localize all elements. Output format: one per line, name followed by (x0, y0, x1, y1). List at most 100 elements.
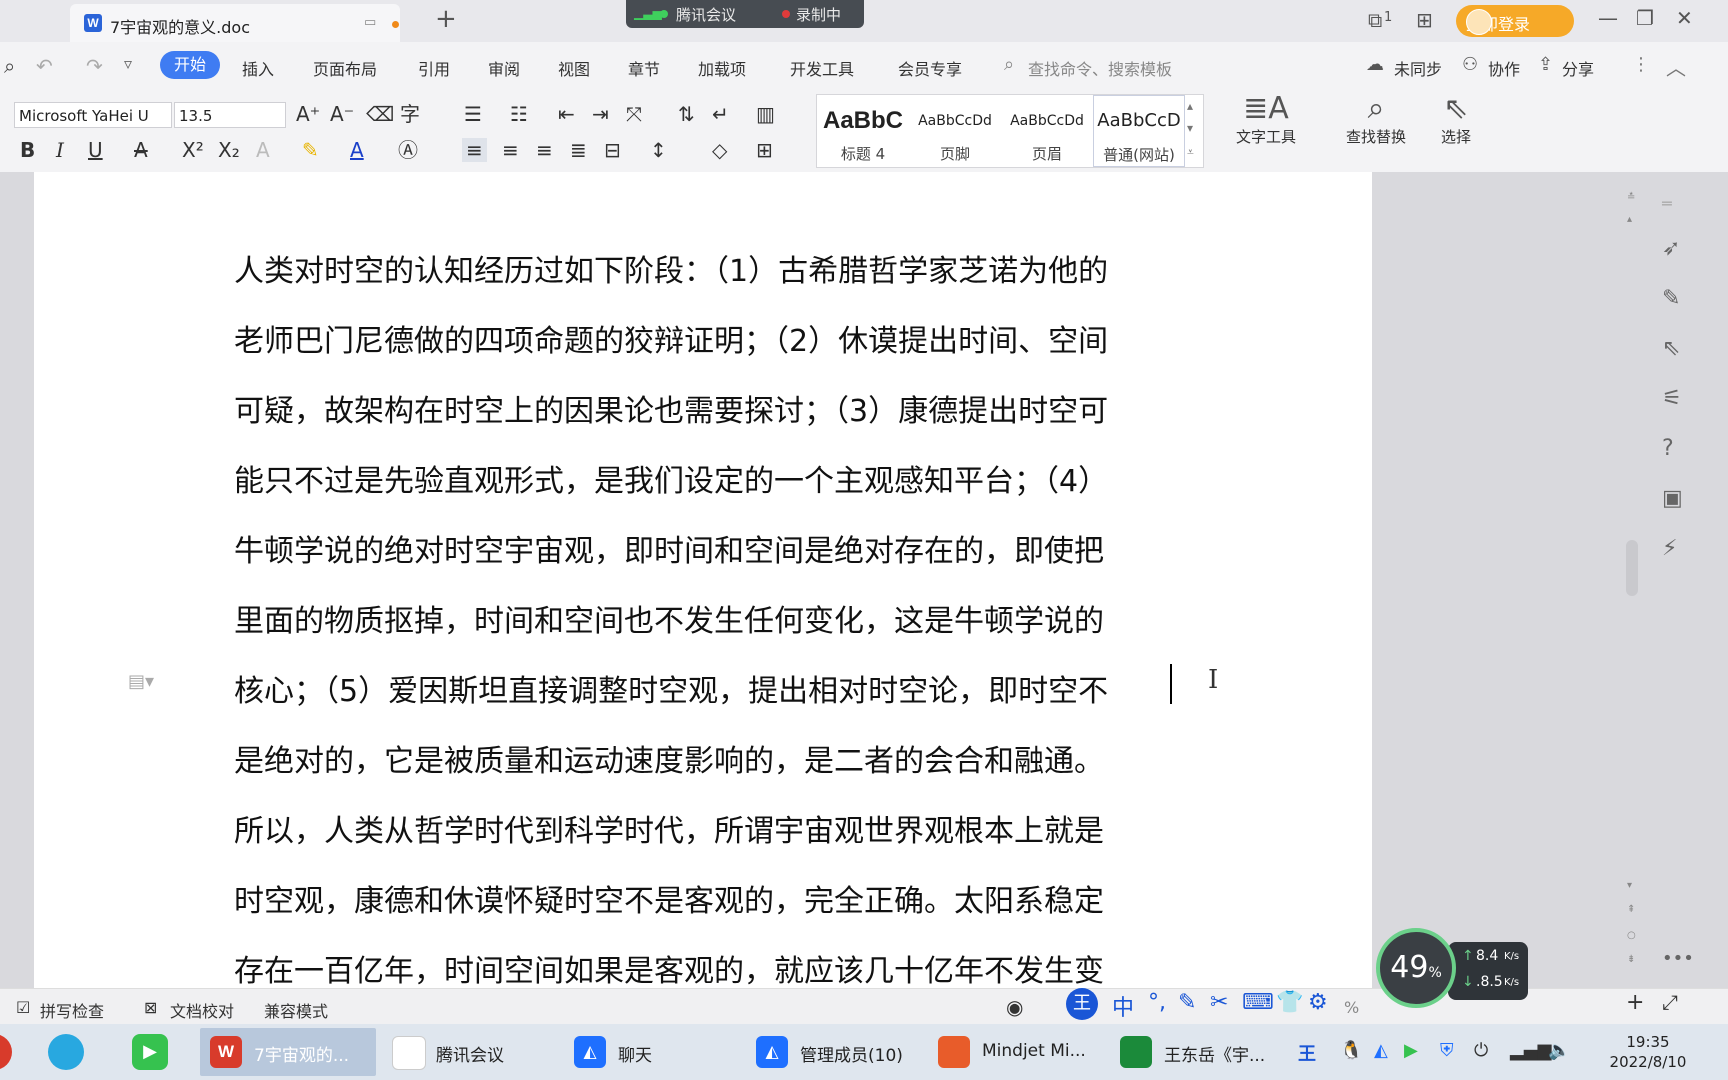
shading-icon[interactable]: ◇ (712, 138, 727, 162)
font-size-select[interactable]: 13.5 (174, 102, 286, 128)
pointer-icon[interactable]: ⇖ (1662, 336, 1680, 361)
more-icon[interactable]: ⋮ (1632, 54, 1650, 75)
more-chevron-icon[interactable]: ▿ (124, 54, 132, 73)
taskbar-item-chat[interactable]: ◭ 聊天 (564, 1028, 740, 1076)
meeting-tray-icon[interactable]: ◭ (1374, 1040, 1388, 1061)
gallery-expand-icon[interactable]: ⩡ (1187, 145, 1194, 160)
command-search-input[interactable]: 查找命令、搜索模板 (1028, 56, 1172, 80)
login-button[interactable]: 立即登录 (1456, 5, 1574, 37)
restore-icon[interactable]: ❐ (1636, 6, 1654, 30)
prev-page-icon[interactable]: ⇞ (1627, 904, 1635, 915)
style-header[interactable]: AaBbCcDd 页眉 (1001, 95, 1093, 167)
char-border-icon[interactable]: Ⓐ (398, 138, 418, 162)
decrease-indent-icon[interactable]: ⇤ (558, 102, 575, 126)
wang-ime-tray-icon[interactable]: 王 (1298, 1040, 1316, 1066)
borders-icon[interactable]: ⊞ (756, 138, 773, 162)
highlight-icon[interactable]: ✎ (302, 138, 319, 162)
numbered-list-icon[interactable]: ☷ (510, 102, 528, 126)
gallery-up-icon[interactable]: ▴ (1187, 99, 1193, 113)
superscript-icon[interactable]: X² (182, 138, 204, 162)
subscript-icon[interactable]: X₂ (218, 138, 240, 162)
menu-tab-addins[interactable]: 加载项 (698, 56, 746, 80)
image-edit-icon[interactable]: ▣ (1662, 486, 1683, 511)
page-layout-icon[interactable]: ⧉ (1368, 8, 1382, 32)
signal-bars-icon[interactable]: ▂▄▆ (1510, 1040, 1552, 1061)
share-button[interactable]: 分享 (1562, 56, 1594, 80)
taskbar-item-mindjet[interactable]: Mindjet Mi... (928, 1028, 1104, 1076)
scissors-icon[interactable]: ✂ (1210, 990, 1228, 1015)
align-right-icon[interactable]: ≡ (536, 138, 553, 162)
scroll-down-icon[interactable]: ▾ (1627, 880, 1632, 891)
new-tab-button[interactable]: + (435, 4, 457, 34)
find-replace-button[interactable]: ⌕ 查找替换 (1334, 92, 1418, 147)
menu-tab-page-layout[interactable]: 页面布局 (313, 56, 377, 80)
table-border-icon[interactable]: ▥ (756, 102, 775, 126)
monitor-icon[interactable]: ▭ (364, 15, 376, 30)
align-left-icon[interactable]: ≡ (462, 138, 487, 162)
text-tools-button[interactable]: ≣A 文字工具 (1224, 92, 1308, 147)
align-center-icon[interactable]: ≡ (502, 138, 519, 162)
plugin-icon[interactable]: ⚡ (1662, 536, 1677, 561)
menu-tab-home[interactable]: 开始 (160, 51, 220, 79)
distributed-icon[interactable]: ⊟ (604, 138, 621, 162)
font-color-icon[interactable]: A (350, 138, 364, 162)
wang-ime-logo-icon[interactable]: 王 (1066, 988, 1098, 1020)
chinese-layout-icon[interactable]: ⤧ (626, 102, 642, 126)
increase-font-icon[interactable]: A⁺ (296, 102, 320, 126)
strikethrough-icon[interactable]: A (134, 138, 148, 162)
qq-tray-icon[interactable]: 🐧 (1340, 1040, 1362, 1061)
search-icon[interactable]: ⌕ (1004, 54, 1014, 75)
style-heading4[interactable]: AaBbC 标题 4 (817, 95, 909, 167)
line-spacing-icon[interactable]: ↕ (650, 138, 667, 162)
eye-protect-icon[interactable]: ◉ (1006, 995, 1023, 1019)
minimize-icon[interactable]: — (1598, 6, 1618, 30)
zoom-in-icon[interactable]: + (1626, 990, 1644, 1015)
redo-icon[interactable]: ↷ (86, 54, 103, 78)
doc-proof-button[interactable]: 文档校对 (170, 998, 234, 1022)
handwrite-icon[interactable]: ✎ (1178, 990, 1196, 1015)
grid-apps-icon[interactable]: ⊞ (1416, 8, 1433, 32)
menu-tab-references[interactable]: 引用 (418, 56, 450, 80)
bold-icon[interactable]: B (20, 138, 35, 162)
panel-handle-icon[interactable]: ═ (1662, 194, 1672, 213)
document-tab[interactable]: W 7宇宙观的意义.doc ▭ (70, 4, 400, 42)
volume-icon[interactable]: 🔈 (1548, 1040, 1570, 1061)
taskbar-item-wps[interactable]: W 7宇宙观的... (200, 1028, 376, 1076)
taskbar-item-video[interactable]: 王东岳《宇... (1110, 1028, 1286, 1076)
phonetic-guide-icon[interactable]: 字 (400, 102, 420, 126)
taskbar-item-members[interactable]: ◭ 管理成员(10) (746, 1028, 922, 1076)
collaborate-button[interactable]: 协作 (1488, 56, 1520, 80)
menu-tab-review[interactable]: 审阅 (488, 56, 520, 80)
vertical-scrollbar[interactable]: ≛ ▴ ▾ ⇞ ○ ⇟ (1622, 190, 1642, 980)
paragraph-handle-icon[interactable]: ▤▾ (128, 671, 154, 692)
taskbar-item-tencent-meeting[interactable]: 腾讯会议 (382, 1028, 558, 1076)
menu-tab-insert[interactable]: 插入 (242, 56, 274, 80)
increase-indent-icon[interactable]: ⇥ (592, 102, 609, 126)
network-speed-widget[interactable]: ↑ 8.4 K/s ↓ .8.5 K/s 49% (1376, 928, 1528, 1014)
text-effect-icon[interactable]: A (256, 138, 270, 162)
font-name-select[interactable]: Microsoft YaHei U (14, 102, 172, 128)
media-player-icon[interactable]: ▶ (132, 1034, 168, 1070)
more-dots-icon[interactable]: ••• (1662, 948, 1694, 969)
scroll-up-icon[interactable]: ▴ (1627, 214, 1632, 225)
rocket-icon[interactable]: ➶ (1662, 236, 1680, 261)
document-body[interactable]: 人类对时空的认知经历过如下阶段：（1）古希腊哲学家芝诺为他的 老师巴门尼德做的四… (234, 237, 1174, 1007)
keyboard-icon[interactable]: ⌨ (1242, 990, 1274, 1015)
preview-icon[interactable]: ⌕ (4, 54, 15, 78)
spell-check-button[interactable]: 拼写检查 (40, 998, 104, 1022)
scroll-top-icon[interactable]: ≛ (1627, 192, 1635, 203)
menu-tab-member[interactable]: 会员专享 (898, 56, 962, 80)
punctuation-icon[interactable]: °, (1148, 990, 1166, 1015)
bullet-list-icon[interactable]: ☰ (464, 102, 482, 126)
skin-shirt-icon[interactable]: 👕 (1276, 990, 1303, 1015)
taskbar-clock[interactable]: 19:35 2022/8/10 (1588, 1032, 1708, 1072)
italic-icon[interactable]: I (56, 138, 64, 162)
power-icon[interactable]: ⏻ (1474, 1040, 1488, 1061)
scrollbar-thumb[interactable] (1626, 540, 1638, 596)
gallery-down-icon[interactable]: ▾ (1187, 121, 1193, 135)
justify-icon[interactable]: ≣ (570, 138, 587, 162)
help-icon[interactable]: ? (1662, 436, 1674, 461)
pen-icon[interactable]: ✎ (1662, 286, 1680, 311)
player-tray-icon[interactable]: ▶ (1404, 1040, 1418, 1061)
select-button[interactable]: ⇖ 选择 (1424, 92, 1488, 147)
